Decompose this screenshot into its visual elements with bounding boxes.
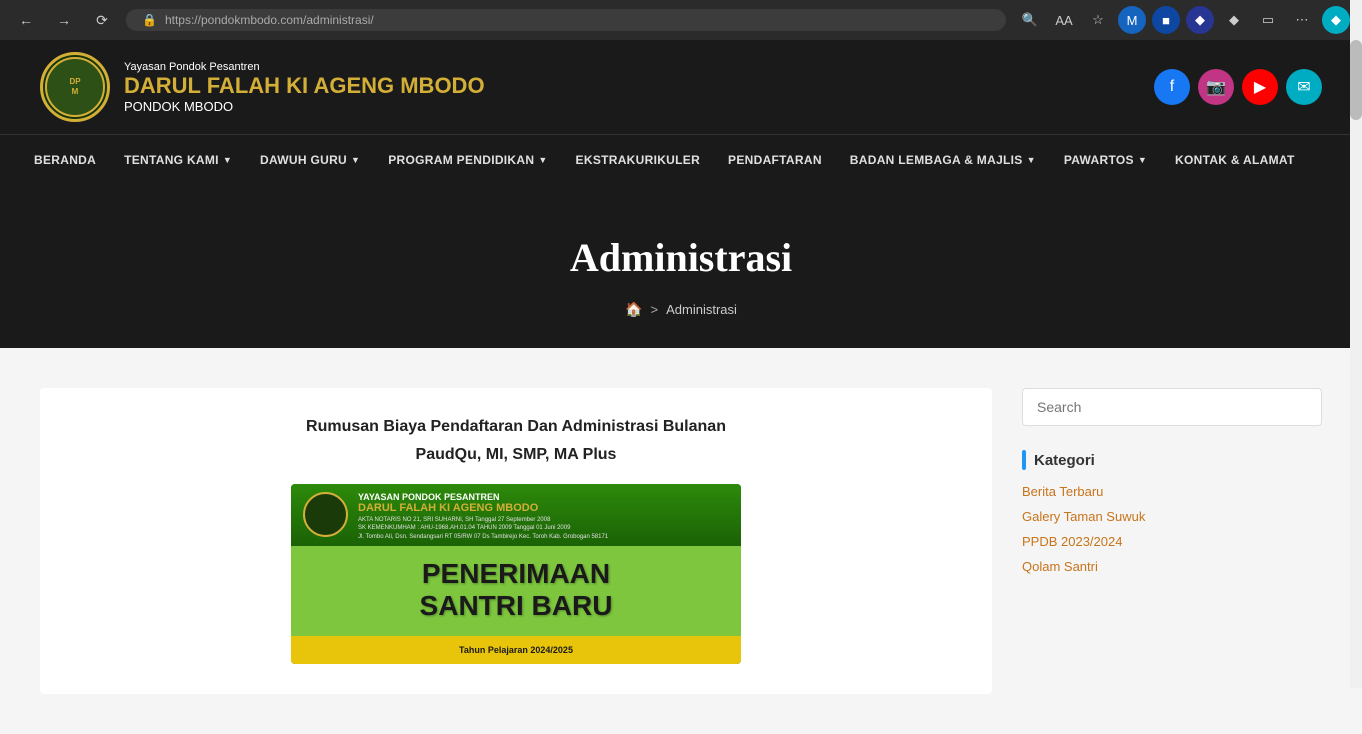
- split-view-button[interactable]: ▭: [1254, 6, 1282, 34]
- forward-button[interactable]: →: [50, 6, 78, 34]
- breadcrumb-current: Administrasi: [666, 302, 737, 317]
- article-title: Rumusan Biaya Pendaftaran Dan Administra…: [70, 418, 962, 436]
- image-org-name: YAYASAN PONDOK PESANTREN: [358, 492, 729, 502]
- chevron-down-icon: ▼: [351, 155, 360, 165]
- copilot-button[interactable]: ◆: [1322, 6, 1350, 34]
- chevron-down-icon: ▼: [1027, 155, 1036, 165]
- url-text: https://pondokmbodo.com/administrasi/: [165, 13, 374, 27]
- extension-button3[interactable]: ◆: [1220, 6, 1248, 34]
- header-title-block: Yayasan Pondok Pesantren DARUL FALAH KI …: [124, 61, 485, 114]
- breadcrumb: 🏠 > Administrasi: [20, 301, 1342, 318]
- search-input[interactable]: [1022, 388, 1322, 426]
- header-subtitle: Yayasan Pondok Pesantren: [124, 61, 485, 73]
- instagram-button[interactable]: 📷: [1198, 69, 1234, 105]
- category-item-0[interactable]: Berita Terbaru: [1022, 484, 1322, 499]
- image-top-section: YAYASAN PONDOK PESANTREN DARUL FALAH KI …: [291, 484, 741, 549]
- bookmark-button[interactable]: ☆: [1084, 6, 1112, 34]
- image-yellow-band: Tahun Pelajaran 2024/2025: [291, 636, 741, 664]
- site-nav: BERANDA TENTANG KAMI ▼ DAWUH GURU ▼ PROG…: [0, 134, 1362, 184]
- chevron-down-icon: ▼: [1138, 155, 1147, 165]
- nav-pendaftaran[interactable]: PENDAFTARAN: [714, 135, 836, 185]
- header-left: DPM Yayasan Pondok Pesantren DARUL FALAH…: [40, 52, 485, 122]
- facebook-button[interactable]: f: [1154, 69, 1190, 105]
- image-green-band: PENERIMAAN SANTRI BARU: [291, 546, 741, 636]
- extension-button1[interactable]: ■: [1152, 6, 1180, 34]
- image-main-text1: PENERIMAAN: [422, 558, 610, 590]
- header-tagline: PONDOK MBODO: [124, 99, 485, 114]
- content-left: Rumusan Biaya Pendaftaran Dan Administra…: [40, 388, 992, 694]
- image-text-block: YAYASAN PONDOK PESANTREN DARUL FALAH KI …: [358, 492, 729, 541]
- hero-section: Administrasi 🏠 > Administrasi: [0, 184, 1362, 348]
- accent-bar: [1022, 450, 1026, 470]
- address-bar[interactable]: 🔒 https://pondokmbodo.com/administrasi/: [126, 9, 1006, 31]
- category-item-3[interactable]: Qolam Santri: [1022, 559, 1322, 574]
- page-title: Administrasi: [20, 234, 1342, 281]
- categories-title-block: Kategori: [1022, 450, 1322, 470]
- breadcrumb-separator: >: [651, 302, 659, 317]
- image-band-text: Tahun Pelajaran 2024/2025: [459, 645, 573, 655]
- nav-tentang-kami[interactable]: TENTANG KAMI ▼: [110, 135, 246, 185]
- profile-button[interactable]: M: [1118, 6, 1146, 34]
- image-main-text2: SANTRI BARU: [420, 590, 613, 622]
- nav-ekstrakurikuler[interactable]: EKSTRAKURIKULER: [562, 135, 715, 185]
- category-item-1[interactable]: Galery Taman Suwuk: [1022, 509, 1322, 524]
- zoom-button[interactable]: 🔍: [1016, 6, 1044, 34]
- categories-label: Kategori: [1034, 452, 1095, 469]
- category-item-2[interactable]: PPDB 2023/2024: [1022, 534, 1322, 549]
- image-logo: [303, 492, 348, 537]
- header-title: DARUL FALAH KI AGENG MBODO: [124, 75, 485, 97]
- article-subtitle: PaudQu, MI, SMP, MA Plus: [70, 446, 962, 464]
- more-button[interactable]: ⋯: [1288, 6, 1316, 34]
- nav-badan-lembaga[interactable]: BADAN LEMBAGA & MAJLIS ▼: [836, 135, 1050, 185]
- chevron-down-icon: ▼: [223, 155, 232, 165]
- categories-section: Kategori Berita Terbaru Galery Taman Suw…: [1022, 450, 1322, 574]
- browser-chrome: ← → ⟳ 🔒 https://pondokmbodo.com/administ…: [0, 0, 1362, 40]
- browser-tools: 🔍 AA ☆ M ■ ◆ ◆ ▭ ⋯ ◆: [1016, 6, 1350, 34]
- home-icon[interactable]: 🏠: [625, 301, 642, 318]
- header-social: f 📷 ▶ ✉: [1154, 69, 1322, 105]
- site-logo: DPM: [40, 52, 110, 122]
- image-details: AKTA NOTARIS NO 21, SRI SUHARNI, SH Tang…: [358, 516, 729, 541]
- content-right: Kategori Berita Terbaru Galery Taman Suw…: [1022, 388, 1322, 694]
- scrollbar-thumb[interactable]: [1350, 40, 1362, 120]
- chevron-down-icon: ▼: [538, 155, 547, 165]
- reload-button[interactable]: ⟳: [88, 6, 116, 34]
- image-org-name2: DARUL FALAH KI AGENG MBODO: [358, 502, 729, 514]
- nav-program-pendidikan[interactable]: PROGRAM PENDIDIKAN ▼: [374, 135, 561, 185]
- lock-icon: 🔒: [142, 13, 157, 27]
- nav-beranda[interactable]: BERANDA: [20, 135, 110, 185]
- nav-kontak-alamat[interactable]: KONTAK & ALAMAT: [1161, 135, 1309, 185]
- site-header: DPM Yayasan Pondok Pesantren DARUL FALAH…: [0, 40, 1362, 134]
- nav-pawartos[interactable]: PAWARTOS ▼: [1050, 135, 1161, 185]
- main-content: Rumusan Biaya Pendaftaran Dan Administra…: [0, 348, 1362, 734]
- logo-inner: DPM: [45, 57, 105, 117]
- email-button[interactable]: ✉: [1286, 69, 1322, 105]
- reader-button[interactable]: AA: [1050, 6, 1078, 34]
- nav-dawuh-guru[interactable]: DAWUH GURU ▼: [246, 135, 374, 185]
- extension-button2[interactable]: ◆: [1186, 6, 1214, 34]
- back-button[interactable]: ←: [12, 6, 40, 34]
- article-image: YAYASAN PONDOK PESANTREN DARUL FALAH KI …: [291, 484, 741, 664]
- youtube-button[interactable]: ▶: [1242, 69, 1278, 105]
- scrollbar[interactable]: [1350, 0, 1362, 688]
